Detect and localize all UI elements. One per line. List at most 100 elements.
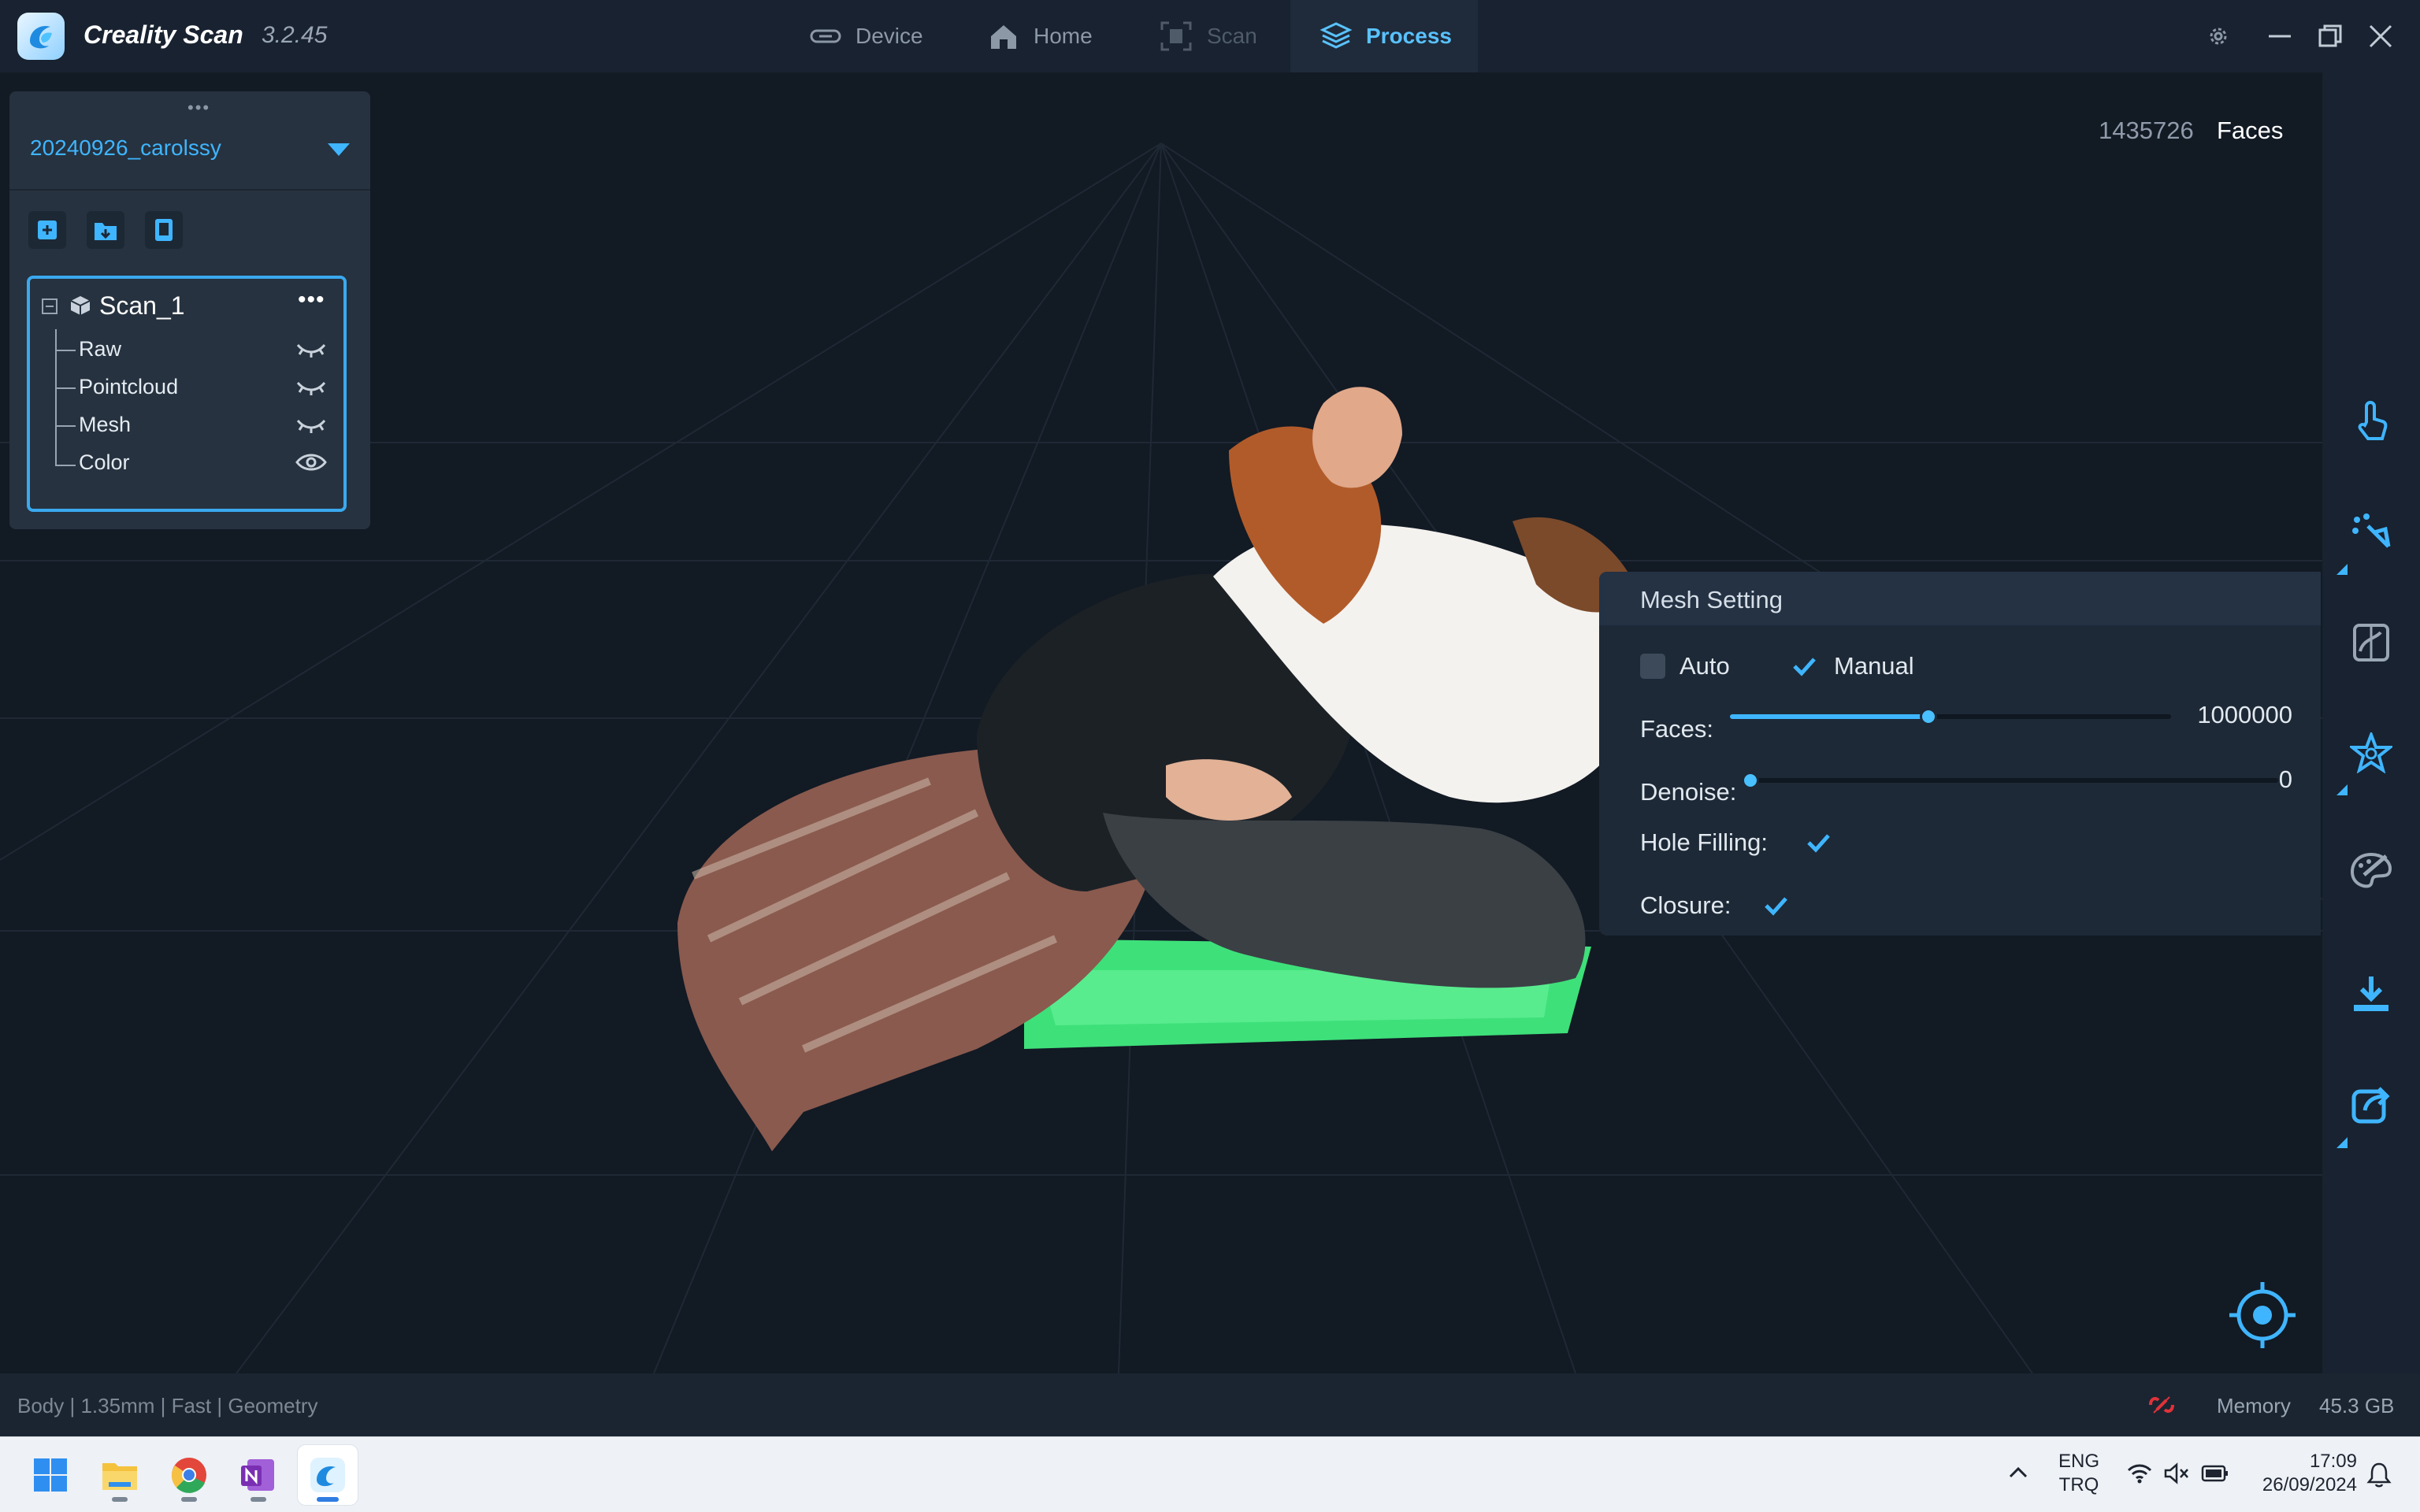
minimize-icon <box>2269 35 2291 38</box>
wifi-icon[interactable] <box>2127 1462 2152 1484</box>
battery-icon[interactable] <box>2201 1464 2229 1483</box>
app-logo-icon <box>17 13 65 60</box>
eye-closed-icon[interactable] <box>295 414 328 438</box>
scan-icon <box>1160 21 1192 51</box>
running-indicator <box>251 1497 266 1502</box>
file-explorer-button[interactable] <box>90 1445 150 1505</box>
volume-muted-icon[interactable] <box>2163 1462 2190 1484</box>
windows-start-icon <box>34 1458 67 1492</box>
checkmark-icon <box>1765 897 1787 916</box>
keyboard-layout: TRQ <box>2058 1474 2099 1495</box>
scan-info: Body | 1.35mm | Fast | Geometry <box>17 1394 318 1418</box>
scan-more-button[interactable]: ••• <box>298 287 325 313</box>
language-indicator[interactable]: ENG TRQ <box>2051 1450 2106 1497</box>
align-icon <box>2353 624 2389 662</box>
manual-label: Manual <box>1834 652 1914 680</box>
faces-slider-handle[interactable] <box>1920 708 1937 725</box>
start-button[interactable] <box>20 1445 80 1505</box>
checkmark-icon <box>1793 658 1816 676</box>
tab-scan[interactable]: Scan <box>1150 0 1300 72</box>
clock-time: 17:09 <box>2309 1451 2357 1472</box>
settings-button[interactable] <box>2201 19 2236 54</box>
faces-count: 1435726 <box>2099 117 2194 144</box>
eye-closed-icon[interactable] <box>295 376 328 400</box>
project-selector-label[interactable]: 20240926_carolssy <box>30 135 221 161</box>
notification-bell-icon[interactable] <box>2366 1461 2392 1488</box>
panel-drag-handle[interactable]: ••• <box>187 98 210 118</box>
tab-process[interactable]: Process <box>1290 0 1478 72</box>
right-toolbar <box>2322 72 2420 1373</box>
active-indicator <box>317 1497 339 1502</box>
tree-connector-raw <box>55 350 76 351</box>
export-project-icon <box>155 219 173 241</box>
scan-name[interactable]: Scan_1 <box>99 291 185 321</box>
onenote-button[interactable] <box>228 1445 288 1505</box>
faces-value: 1000000 <box>2197 701 2292 728</box>
close-button[interactable] <box>2363 19 2398 54</box>
faces-count-label: Faces <box>2217 117 2284 144</box>
language-code: ENG <box>2058 1451 2099 1472</box>
denoise-slider-handle[interactable] <box>1742 772 1759 789</box>
clock-date: 26/09/2024 <box>2262 1474 2357 1495</box>
touch-select-button[interactable] <box>2346 397 2396 447</box>
auto-checkbox[interactable] <box>1640 654 1665 679</box>
hole-filling-label: Hole Filling: <box>1640 828 1768 856</box>
file-explorer-icon <box>102 1463 137 1490</box>
settings-icon <box>2210 28 2227 45</box>
closure-checkbox[interactable] <box>1763 893 1788 918</box>
download-button[interactable] <box>2346 969 2396 1019</box>
checkmark-icon <box>1807 834 1830 853</box>
tree-connector-pointcloud <box>55 387 76 389</box>
minimize-button[interactable] <box>2262 19 2297 54</box>
texture-button[interactable] <box>2346 846 2396 896</box>
creality-scan-taskbar-button[interactable] <box>298 1445 358 1505</box>
mesh-icon <box>2350 732 2392 773</box>
tree-connector-mesh <box>55 425 76 427</box>
memory-label: Memory <box>2217 1394 2291 1418</box>
onenote-icon <box>241 1459 274 1491</box>
running-indicator <box>181 1497 197 1502</box>
manual-checkbox[interactable] <box>1791 654 1817 679</box>
tree-connector-color <box>55 465 76 466</box>
collapse-icon[interactable] <box>41 298 58 315</box>
chevron-up-icon[interactable] <box>2007 1464 2029 1480</box>
app-version: 3.2.45 <box>262 22 328 48</box>
submenu-indicator <box>2336 784 2348 795</box>
point-edit-icon <box>2352 513 2391 548</box>
chrome-icon <box>171 1458 206 1493</box>
reset-view-icon[interactable] <box>2226 1279 2299 1351</box>
chrome-button[interactable] <box>159 1445 219 1505</box>
scan-tree: Scan_1 ••• Raw Pointcloud Mesh Color <box>27 276 347 512</box>
tab-device[interactable]: Device <box>792 0 950 72</box>
align-button[interactable] <box>2346 617 2396 668</box>
tab-home[interactable]: Home <box>974 0 1123 72</box>
mesh-setting-panel: Mesh Setting Auto Manual Faces: 1000000 … <box>1599 572 2321 936</box>
tree-item-raw[interactable]: Raw <box>79 337 121 361</box>
restore-button[interactable] <box>2313 19 2348 54</box>
import-model-button[interactable] <box>28 211 66 249</box>
project-dropdown-caret-icon[interactable] <box>328 143 350 156</box>
open-folder-button[interactable] <box>87 211 124 249</box>
open-folder-icon <box>95 223 117 240</box>
mesh-button[interactable] <box>2346 728 2396 778</box>
export-project-button[interactable] <box>145 211 183 249</box>
layers-icon <box>1320 22 1352 49</box>
point-edit-button[interactable] <box>2346 507 2396 558</box>
touch-select-icon <box>2358 401 2388 440</box>
device-icon <box>810 29 841 43</box>
hole-filling-checkbox[interactable] <box>1806 830 1831 855</box>
share-icon <box>2351 1087 2390 1124</box>
windows-taskbar: ENG TRQ 17:09 26/09/2024 <box>0 1436 2420 1512</box>
status-bar: Body | 1.35mm | Fast | Geometry Memory 4… <box>0 1373 2420 1436</box>
tree-item-color[interactable]: Color <box>79 450 130 475</box>
close-icon <box>2369 24 2392 48</box>
tree-item-mesh[interactable]: Mesh <box>79 413 131 437</box>
eye-closed-icon[interactable] <box>295 339 328 362</box>
eye-open-icon[interactable] <box>295 450 328 474</box>
memory-value: 45.3 GB <box>2319 1394 2395 1418</box>
tab-device-label: Device <box>856 24 923 48</box>
tree-item-pointcloud[interactable]: Pointcloud <box>79 375 178 399</box>
share-button[interactable] <box>2346 1079 2396 1129</box>
clock[interactable]: 17:09 26/09/2024 <box>2247 1450 2357 1497</box>
texture-icon <box>2350 852 2392 888</box>
